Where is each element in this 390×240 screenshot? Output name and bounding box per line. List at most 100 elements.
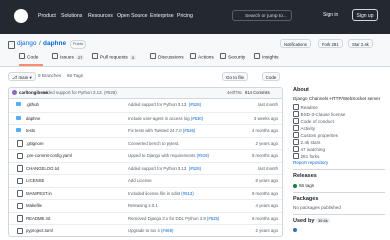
tab-issues[interactable]: Issues 27: [52, 53, 85, 61]
tab-discussions[interactable]: Discussions: [150, 53, 184, 61]
avatar[interactable]: [12, 90, 17, 95]
file-row[interactable]: LICENSE Add License 8 years ago: [9, 174, 282, 186]
sign-up-button[interactable]: Sign up: [352, 9, 378, 21]
pull-request-link[interactable]: (#469): [161, 228, 173, 233]
file-row[interactable]: .github Added support for Python 3.13. (#…: [9, 99, 282, 110]
file-commit-message[interactable]: Added support for Python 3.13. (#528): [128, 102, 201, 107]
tags-count-link[interactable]: 66 tags: [293, 183, 314, 188]
file-name-link[interactable]: daphne: [26, 116, 40, 121]
file-name-link[interactable]: Makefile: [26, 203, 42, 208]
tab-issues-label: Issues: [60, 55, 74, 61]
file-icon: [17, 177, 23, 184]
fork-button[interactable]: Fork 281: [318, 39, 343, 48]
file-name-link[interactable]: .github: [26, 102, 39, 107]
commit-count[interactable]: 814 Commits: [245, 90, 270, 95]
sign-in-link[interactable]: Sign in: [323, 12, 338, 18]
file-updated-time: 8 months ago: [251, 153, 278, 158]
custom-properties-link[interactable]: Custom properties: [293, 132, 338, 138]
tab-insights[interactable]: Insights: [254, 53, 279, 61]
pull-request-link[interactable]: (#530): [191, 116, 203, 121]
stars-link[interactable]: 2.4k stars: [293, 139, 320, 145]
watching-link[interactable]: 47 watching: [293, 146, 325, 152]
custom-properties-link-label: Custom properties: [300, 133, 339, 138]
file-name-link[interactable]: LICENSE: [26, 178, 44, 183]
file-row[interactable]: .pre-commit-config.yaml Upped to Django w…: [9, 149, 282, 161]
heart-icon: [293, 118, 299, 124]
issues-count: 27: [75, 54, 85, 60]
file-updated-time: 4 years ago: [255, 203, 278, 208]
file-row[interactable]: CHANGELOG.txt Added support for Python 3.…: [9, 161, 282, 174]
tags-link[interactable]: 66 Tags: [67, 73, 83, 78]
commit-hash[interactable]: 4e0f78c: [227, 90, 242, 95]
tab-security[interactable]: Security: [220, 53, 245, 61]
search-input[interactable]: Search or jump to...: [232, 10, 292, 21]
file-updated-time: 2 years ago: [255, 140, 278, 146]
nav-solutions[interactable]: Solutions: [61, 13, 82, 19]
activity-link[interactable]: Activity: [293, 125, 315, 131]
eye-icon: [293, 146, 299, 152]
nav-resources[interactable]: Resources: [88, 13, 113, 19]
file-name-link[interactable]: pyproject.toml: [26, 228, 53, 233]
file-commit-message[interactable]: Include user-agent in access log (#530): [128, 116, 203, 121]
commit-message[interactable]: Added support for Python 3.13. (#528): [42, 90, 117, 95]
pull-request-link[interactable]: (#528): [189, 102, 201, 107]
report-repository-link[interactable]: Report repository: [293, 160, 328, 165]
license-link[interactable]: BSD-3-Clause license: [293, 111, 345, 117]
file-name-link[interactable]: README.rst: [26, 216, 50, 221]
forks-link[interactable]: 281 forks: [293, 153, 319, 159]
file-commit-message[interactable]: Upgrade to tox 4 (#469): [128, 228, 173, 233]
file-row[interactable]: README.rst Removed Django 3.x for DDL Pyt…: [9, 211, 282, 224]
shield-icon: [220, 53, 226, 59]
code-dropdown-button[interactable]: Code: [262, 72, 280, 81]
nav-enterprise[interactable]: Enterprise: [150, 13, 174, 19]
github-logo-icon[interactable]: [14, 9, 28, 23]
file-name-link[interactable]: .gitignore: [26, 141, 44, 146]
tab-pull-requests[interactable]: Pull requests 3: [92, 53, 136, 61]
file-updated-time: last month: [258, 102, 278, 107]
file-row[interactable]: daphne Include user-agent in access log (…: [9, 111, 282, 124]
file-updated-time: last month: [258, 165, 278, 171]
readme-link[interactable]: Readme: [293, 104, 318, 110]
file-name-link[interactable]: MANIFEST.in: [26, 191, 52, 196]
file-commit-message[interactable]: Added support for Python 3.13. (#528): [128, 166, 201, 171]
file-row[interactable]: Makefile Releasing 2.0.1 4 years ago: [9, 199, 282, 211]
file-row[interactable]: pyproject.toml Upgrade to tox 4 (#469) 2 y…: [9, 224, 282, 236]
pull-request-link[interactable]: (#528): [189, 166, 201, 171]
tab-code[interactable]: Code: [19, 53, 38, 61]
file-commit-message[interactable]: Included license file in sdist (#513): [128, 191, 194, 196]
file-commit-message[interactable]: Upped to Django with requirements (#518): [128, 153, 209, 158]
file-commit-message[interactable]: Add License: [128, 178, 152, 183]
repo-name-link[interactable]: daphne: [43, 40, 66, 47]
branch-select-button[interactable]: ⎇ main ▾: [8, 72, 36, 81]
star-button[interactable]: Star 2.4k: [348, 39, 373, 48]
file-commit-message[interactable]: Fix tests with Twisted 24.7.0 (#526): [128, 128, 195, 133]
tab-actions[interactable]: Actions: [190, 53, 214, 61]
file-commit-message[interactable]: Releasing 2.0.1: [128, 203, 158, 208]
file-name-link[interactable]: tests: [26, 128, 35, 133]
releases-heading[interactable]: Releases: [293, 173, 317, 179]
pull-request-link[interactable]: (#525): [207, 216, 219, 221]
nav-product[interactable]: Product: [38, 13, 56, 19]
folder-icon: [16, 115, 21, 120]
branches-link[interactable]: 9 Branches: [38, 73, 61, 78]
pull-request-link[interactable]: (#526): [183, 128, 195, 133]
nav-pricing[interactable]: Pricing: [177, 13, 193, 19]
tab-code-label: Code: [27, 55, 39, 61]
discussions-icon: [150, 53, 156, 59]
code-of-conduct-link[interactable]: Code of conduct: [293, 118, 334, 124]
file-row[interactable]: .gitignore Converted bench to pytest. 2 ye…: [9, 136, 282, 149]
file-row[interactable]: tests Fix tests with Twisted 24.7.0 (#526…: [9, 124, 282, 136]
nav-open-source[interactable]: Open Source: [117, 13, 148, 19]
repo-owner-link[interactable]: django: [17, 40, 37, 47]
file-commit-message[interactable]: Removed Django 3.x for DDL Python 3.8 (#…: [128, 216, 219, 221]
used-by-heading[interactable]: Used by 39.6k: [293, 218, 330, 224]
packages-heading[interactable]: Packages: [293, 196, 318, 202]
pull-request-link[interactable]: (#518): [197, 153, 209, 158]
file-row[interactable]: MANIFEST.in Included license file in sdis…: [9, 186, 282, 199]
file-name-link[interactable]: .pre-commit-config.yaml: [26, 153, 72, 158]
file-name-link[interactable]: CHANGELOG.txt: [26, 166, 59, 171]
go-to-file-button[interactable]: Go to file: [222, 72, 249, 81]
pull-request-link[interactable]: (#513): [181, 191, 193, 196]
file-commit-message[interactable]: Converted bench to pytest.: [128, 141, 179, 146]
notifications-button[interactable]: Notifications: [280, 39, 311, 48]
